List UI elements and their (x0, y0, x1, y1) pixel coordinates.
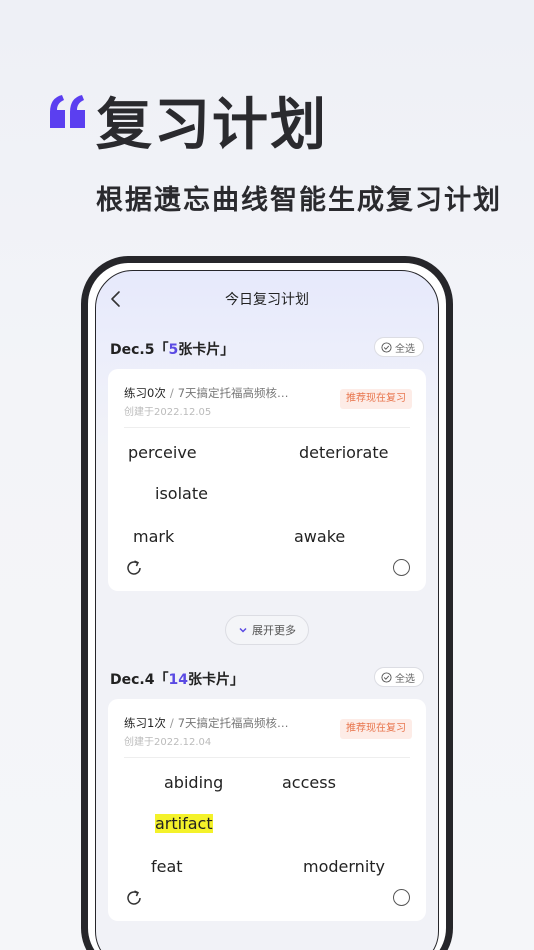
section-date: Dec.5「5张卡片」 (110, 339, 234, 359)
review-card[interactable]: 练习1次/7天搞定托福高频核… 创建于2022.12.04 推荐现在复习 abi… (108, 699, 426, 921)
divider (124, 427, 410, 428)
section-header: Dec.5「5张卡片」 全选 (110, 337, 424, 361)
word-item[interactable]: mark (133, 527, 174, 546)
refresh-icon[interactable] (124, 558, 144, 578)
select-radio[interactable] (393, 559, 410, 576)
created-date: 创建于2022.12.04 (124, 737, 212, 748)
practice-count: 练习0次 (124, 386, 166, 400)
section-date: Dec.4「14张卡片」 (110, 669, 244, 689)
headline: 复习计划 (48, 92, 448, 162)
word-item[interactable]: access (282, 773, 336, 792)
card-count-suffix: 张卡片」 (178, 342, 235, 358)
refresh-icon[interactable] (124, 888, 144, 908)
section-header: Dec.4「14张卡片」 全选 (110, 667, 424, 691)
word-item[interactable]: perceive (128, 443, 197, 462)
book-name: 7天搞定托福高频核… (177, 716, 289, 730)
quote-mark-icon (50, 95, 85, 128)
headline-subtitle: 根据遗忘曲线智能生成复习计划 (96, 185, 502, 216)
phone-frame: 今日复习计划 Dec.5「5张卡片」 全选 练习0次/7天搞定托福高频核… 创建… (81, 256, 453, 950)
card-practice-info: 练习1次/7天搞定托福高频核… (124, 715, 289, 731)
word-item[interactable]: isolate (155, 484, 208, 503)
expand-more-button[interactable]: 展开更多 (225, 615, 309, 645)
divider (124, 757, 410, 758)
word-item[interactable]: abiding (164, 773, 223, 792)
section-date-text: Dec.5「 (110, 342, 169, 358)
separator: / (169, 716, 174, 730)
review-card[interactable]: 练习0次/7天搞定托福高频核… 创建于2022.12.05 推荐现在复习 per… (108, 369, 426, 591)
phone-screen: 今日复习计划 Dec.5「5张卡片」 全选 练习0次/7天搞定托福高频核… 创建… (95, 270, 439, 950)
select-all-button[interactable]: 全选 (374, 667, 424, 687)
card-count: 5 (168, 342, 179, 358)
recommend-badge: 推荐现在复习 (340, 719, 412, 739)
select-all-label: 全选 (395, 673, 415, 685)
word-item[interactable]: awake (294, 527, 345, 546)
card-practice-info: 练习0次/7天搞定托福高频核… (124, 385, 289, 401)
chevron-down-icon (239, 627, 247, 633)
word-item[interactable]: deteriorate (299, 443, 388, 462)
nav-bar: 今日复习计划 (96, 271, 438, 327)
select-radio[interactable] (393, 889, 410, 906)
created-date: 创建于2022.12.05 (124, 407, 212, 418)
recommend-badge: 推荐现在复习 (340, 389, 412, 409)
check-circle-icon (381, 341, 392, 353)
book-name: 7天搞定托福高频核… (177, 386, 289, 400)
select-all-label: 全选 (395, 343, 415, 355)
check-circle-icon (381, 671, 392, 683)
practice-count: 练习1次 (124, 716, 166, 730)
page-title: 今日复习计划 (225, 292, 309, 308)
select-all-button[interactable]: 全选 (374, 337, 424, 357)
card-count: 14 (168, 672, 188, 688)
word-item[interactable]: feat (151, 857, 183, 876)
headline-title: 复习计划 (96, 93, 328, 158)
card-count-suffix: 张卡片」 (187, 672, 244, 688)
word-item-highlighted[interactable]: artifact (155, 814, 213, 833)
word-item[interactable]: modernity (303, 857, 385, 876)
expand-more-label: 展开更多 (252, 624, 296, 637)
section-date-text: Dec.4「 (110, 672, 169, 688)
separator: / (169, 386, 174, 400)
